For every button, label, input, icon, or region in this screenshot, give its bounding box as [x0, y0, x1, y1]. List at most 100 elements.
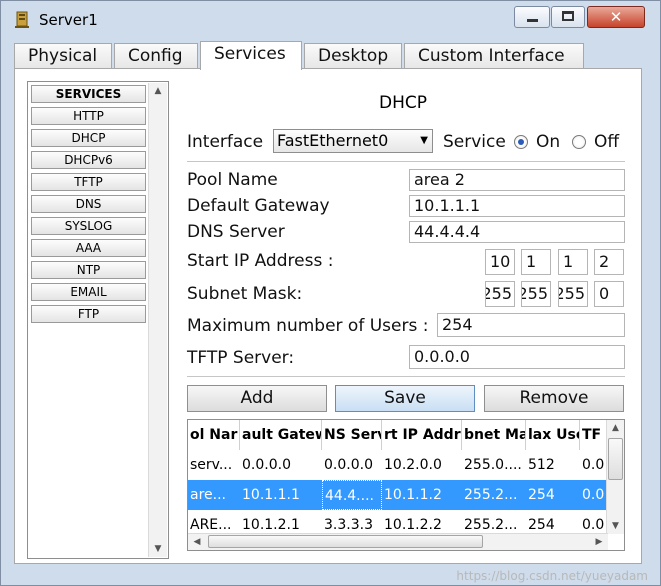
service-on-label: On: [536, 132, 561, 152]
scroll-down-icon[interactable]: ▼: [149, 541, 167, 557]
maximize-button[interactable]: [551, 6, 585, 28]
subnet-octet-4[interactable]: 0: [594, 281, 624, 307]
minimize-button[interactable]: [514, 6, 550, 28]
scroll-up-icon[interactable]: ▲: [607, 420, 624, 436]
window-title: Server1: [39, 11, 98, 29]
add-button[interactable]: Add: [187, 385, 327, 412]
services-panel: SERVICES HTTP DHCP DHCPv6 TFTP DNS SYSLO…: [14, 68, 642, 564]
table-cell: 10.2.0.0: [384, 457, 442, 473]
service-label: Service: [443, 132, 506, 152]
table-cell: serv...: [190, 457, 233, 473]
table-cell: are...: [190, 487, 226, 503]
service-aaa[interactable]: AAA: [31, 239, 146, 257]
scroll-up-icon[interactable]: ▲: [149, 83, 167, 99]
interface-select[interactable]: FastEthernet0 ▼: [273, 129, 433, 153]
chevron-down-icon: ▼: [420, 135, 428, 146]
interface-value: FastEthernet0: [277, 131, 389, 150]
tab-services[interactable]: Services: [200, 41, 302, 70]
service-on-radio[interactable]: [514, 135, 528, 149]
service-off-radio[interactable]: [572, 135, 586, 149]
start-ip-label: Start IP Address :: [187, 251, 334, 271]
service-tftp[interactable]: TFTP: [31, 173, 146, 191]
table-vertical-scrollbar[interactable]: ▲ ▼: [606, 420, 624, 534]
services-header: SERVICES: [31, 85, 146, 103]
start-ip-octet-1[interactable]: 10: [485, 249, 515, 275]
tab-desktop[interactable]: Desktop: [304, 43, 402, 69]
service-syslog[interactable]: SYSLOG: [31, 217, 146, 235]
scroll-thumb[interactable]: [608, 438, 623, 480]
server-app-icon: [13, 10, 33, 30]
start-ip-octet-2[interactable]: 1: [521, 249, 551, 275]
table-cell: 254: [528, 487, 555, 503]
table-cell: 512: [528, 457, 555, 473]
table-cell: 0.0: [582, 487, 605, 503]
table-row[interactable]: serv... 0.0.0.0 0.0.0.0 10.2.0.0 255.0..…: [188, 450, 608, 480]
scroll-right-icon[interactable]: ▶: [590, 534, 608, 550]
table-cell: 10.1.1.2: [384, 487, 442, 503]
table-cell: 255.2...: [464, 487, 518, 503]
server-window: Server1 ✕ Physical Config Services Deskt…: [0, 0, 661, 586]
close-button[interactable]: ✕: [587, 6, 645, 28]
start-ip-octet-3[interactable]: 1: [558, 249, 588, 275]
pool-name-input[interactable]: area 2: [409, 169, 625, 191]
default-gateway-input[interactable]: 10.1.1.1: [409, 195, 625, 217]
scroll-left-icon[interactable]: ◀: [188, 534, 206, 550]
dns-server-label: DNS Server: [187, 222, 285, 242]
default-gateway-label: Default Gateway: [187, 196, 330, 216]
service-off-label: Off: [594, 132, 620, 152]
interface-label: Interface: [187, 132, 264, 152]
minimize-icon: [527, 19, 538, 22]
remove-button[interactable]: Remove: [484, 385, 624, 412]
table-cell-focused: 44.4....: [322, 480, 382, 510]
service-ftp[interactable]: FTP: [31, 305, 146, 323]
column-header[interactable]: rt IP Addr: [382, 420, 462, 450]
subnet-octet-3[interactable]: 255: [558, 281, 588, 307]
subnet-mask-label: Subnet Mask:: [187, 284, 303, 304]
start-ip-octet-4[interactable]: 2: [594, 249, 624, 275]
tftp-server-label: TFTP Server:: [187, 348, 295, 368]
column-header[interactable]: TF: [580, 420, 608, 450]
table-horizontal-scrollbar[interactable]: ◀ ▶: [188, 533, 608, 550]
scroll-down-icon[interactable]: ▼: [607, 518, 624, 534]
dhcp-title: DHCP: [379, 93, 427, 113]
divider: [187, 161, 625, 162]
max-users-input[interactable]: 254: [437, 313, 625, 337]
tab-config[interactable]: Config: [114, 43, 198, 69]
table-cell: 0.0.0.0: [242, 457, 291, 473]
save-button[interactable]: Save: [335, 385, 475, 412]
subnet-octet-1[interactable]: 255: [485, 281, 515, 307]
table-cell: 0.0: [582, 457, 605, 473]
service-http[interactable]: HTTP: [31, 107, 146, 125]
scroll-thumb[interactable]: [208, 535, 483, 548]
close-icon: ✕: [609, 8, 623, 26]
max-users-label: Maximum number of Users :: [187, 316, 429, 336]
divider: [187, 376, 625, 377]
table-cell: 255.0....: [464, 457, 522, 473]
service-dns[interactable]: DNS: [31, 195, 146, 213]
services-scrollbar[interactable]: ▲ ▼: [148, 83, 167, 557]
table-row-selected[interactable]: are... 10.1.1.1 44.4.... 10.1.1.2 255.2.…: [188, 480, 608, 510]
tftp-server-input[interactable]: 0.0.0.0: [409, 345, 625, 369]
title-bar[interactable]: Server1 ✕: [1, 1, 660, 39]
column-header[interactable]: lax Use: [526, 420, 580, 450]
tab-custom-interface[interactable]: Custom Interface: [404, 43, 584, 69]
service-ntp[interactable]: NTP: [31, 261, 146, 279]
service-dhcpv6[interactable]: DHCPv6: [31, 151, 146, 169]
table-cell: 10.1.1.1: [242, 487, 300, 503]
watermark: https://blog.csdn.net/yueyadam: [456, 569, 648, 583]
services-list: SERVICES HTTP DHCP DHCPv6 TFTP DNS SYSLO…: [27, 81, 169, 559]
table-header: ol Nar ault Gatew NS Serv rt IP Addr bne…: [188, 420, 608, 450]
service-dhcp[interactable]: DHCP: [31, 129, 146, 147]
column-header[interactable]: ault Gatew: [240, 420, 322, 450]
table-cell: 0.0.0.0: [324, 457, 373, 473]
maximize-icon: [562, 11, 574, 21]
tab-physical[interactable]: Physical: [14, 43, 112, 69]
column-header[interactable]: ol Nar: [188, 420, 240, 450]
column-header[interactable]: bnet Ma: [462, 420, 526, 450]
pool-table: ol Nar ault Gatew NS Serv rt IP Addr bne…: [187, 419, 625, 551]
column-header[interactable]: NS Serv: [322, 420, 382, 450]
dns-server-input[interactable]: 44.4.4.4: [409, 221, 625, 243]
service-email[interactable]: EMAIL: [31, 283, 146, 301]
subnet-octet-2[interactable]: 255: [521, 281, 551, 307]
pool-name-label: Pool Name: [187, 170, 278, 190]
